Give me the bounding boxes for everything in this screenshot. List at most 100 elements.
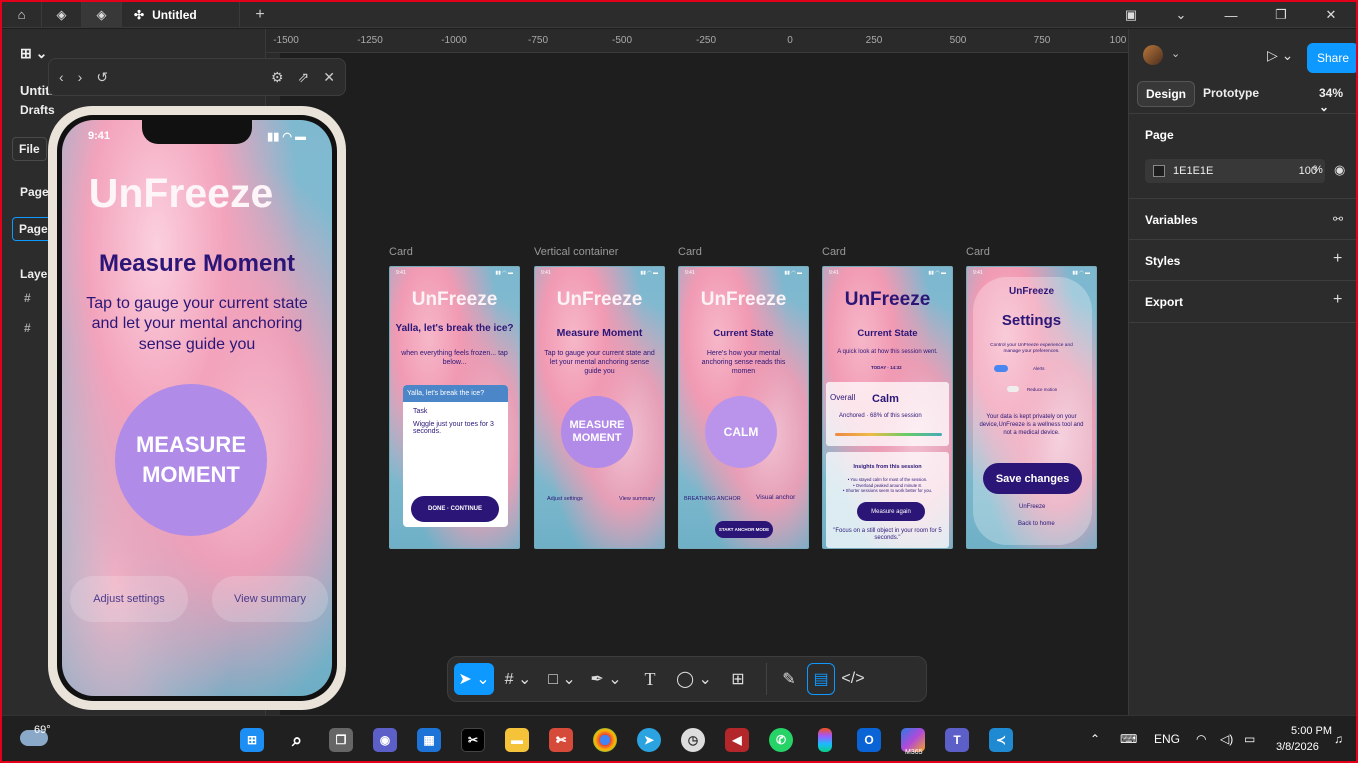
- drafts-label[interactable]: Drafts: [20, 103, 55, 117]
- view-summary-button[interactable]: View summary: [619, 496, 655, 502]
- task-view-icon[interactable]: ❐: [329, 728, 353, 752]
- zoom-level[interactable]: 34% ⌄: [1319, 86, 1356, 114]
- back-icon[interactable]: ‹: [59, 69, 64, 85]
- share-button[interactable]: Share: [1307, 43, 1356, 73]
- chrome-icon[interactable]: [593, 728, 617, 752]
- tab-design[interactable]: Design: [1137, 81, 1196, 107]
- snipping-tool-icon[interactable]: ✄: [549, 728, 573, 752]
- done-continue-button[interactable]: DONE · CONTINUE: [411, 496, 499, 522]
- store-icon[interactable]: ▦: [417, 728, 441, 752]
- export-section[interactable]: Export: [1129, 295, 1356, 309]
- minimize-icon[interactable]: —: [1206, 2, 1256, 28]
- text-tool-icon[interactable]: T: [630, 663, 670, 695]
- wifi-icon[interactable]: ◠: [1196, 732, 1206, 746]
- audio-app-icon[interactable]: ◀: [725, 728, 749, 752]
- frame-measure-moment[interactable]: 9:41 ▮▮ ◠ ▬ UnFreeze Measure Moment Tap t…: [534, 266, 665, 549]
- adjust-settings-button[interactable]: Adjust settings: [547, 496, 583, 502]
- keyboard-icon[interactable]: ⌨: [1120, 732, 1137, 746]
- tab-prototype[interactable]: Prototype: [1203, 86, 1259, 100]
- reduce-motion-toggle[interactable]: [1007, 386, 1019, 392]
- frame-layer-icon[interactable]: #: [24, 321, 31, 335]
- variables-icon[interactable]: ⚯: [1333, 212, 1343, 226]
- frame-layer-icon[interactable]: #: [24, 291, 31, 305]
- dev-mode-icon[interactable]: </>: [839, 663, 867, 695]
- frame-label[interactable]: Card: [966, 246, 990, 258]
- frame-card-icebreaker[interactable]: 9:41 ▮▮ ◠ ▬ UnFreeze Yalla, let's break t…: [389, 266, 520, 549]
- settings-icon[interactable]: ⚙: [271, 69, 284, 86]
- restart-icon[interactable]: ↺: [96, 69, 108, 86]
- outlook-icon[interactable]: O: [857, 728, 881, 752]
- add-style-icon[interactable]: +: [1333, 250, 1342, 268]
- teams-icon[interactable]: T: [945, 728, 969, 752]
- frame-label[interactable]: Card: [389, 246, 413, 258]
- vscode-icon[interactable]: ≺: [989, 728, 1013, 752]
- file-explorer-icon[interactable]: ▬: [505, 728, 529, 752]
- figma-menu-icon[interactable]: ⊞ ⌄: [20, 45, 47, 62]
- frame-label[interactable]: Card: [678, 246, 702, 258]
- restore-icon[interactable]: ❐: [1256, 2, 1306, 28]
- comment-tool-icon[interactable]: ◯ ⌄: [674, 663, 714, 695]
- move-tool-icon[interactable]: ➤ ⌄: [454, 663, 494, 695]
- close-window-icon[interactable]: ✕: [1306, 2, 1356, 28]
- frame-label[interactable]: Card: [822, 246, 846, 258]
- windows-start-icon[interactable]: ⊞: [240, 728, 264, 752]
- teams-meet-icon[interactable]: ◉: [373, 728, 397, 752]
- clock-date[interactable]: 3/8/2026: [1276, 741, 1319, 753]
- whatsapp-icon[interactable]: ✆: [769, 728, 793, 752]
- frame-label[interactable]: Vertical container: [534, 246, 618, 258]
- chevron-down-icon[interactable]: ⌄: [1156, 2, 1206, 28]
- color-swatch[interactable]: [1153, 165, 1165, 177]
- figma-community-icon[interactable]: ◈: [42, 2, 82, 28]
- unfreeze-link[interactable]: UnFreeze: [1019, 504, 1045, 510]
- figma-draft-icon[interactable]: ◈: [82, 2, 122, 28]
- notification-bell-icon[interactable]: ♫: [1334, 732, 1343, 746]
- canvas[interactable]: -1500 -1250 -1000 -750 -500 -250 0 250 5…: [266, 29, 1128, 715]
- frame-tool-icon[interactable]: # ⌄: [498, 663, 538, 695]
- telegram-icon[interactable]: ➤: [637, 728, 661, 752]
- start-anchor-mode-button[interactable]: START ANCHOR MODE: [715, 521, 773, 538]
- add-export-icon[interactable]: +: [1333, 291, 1342, 309]
- eye-icon[interactable]: ◉: [1334, 162, 1345, 178]
- adjust-settings-button[interactable]: Adjust settings: [70, 576, 188, 622]
- actions-icon[interactable]: ⊞: [718, 663, 758, 695]
- calm-circle[interactable]: CALM: [705, 396, 777, 468]
- language-indicator[interactable]: ENG: [1154, 732, 1180, 746]
- frame-session-summary[interactable]: 9:41 ▮▮ ◠ ▬ UnFreeze Current State A quic…: [822, 266, 953, 549]
- file-button[interactable]: File: [12, 137, 47, 161]
- breathing-anchor-button[interactable]: BREATHING ANCHOR: [684, 496, 741, 502]
- chevron-down-icon[interactable]: ⌄: [1171, 47, 1180, 60]
- battery-icon[interactable]: ▭: [1244, 732, 1255, 746]
- save-changes-button[interactable]: Save changes: [983, 463, 1082, 494]
- styles-section[interactable]: Styles: [1129, 254, 1356, 268]
- search-icon[interactable]: ⌕: [285, 728, 309, 752]
- weather-temp[interactable]: 69°: [34, 724, 51, 736]
- page-color-field[interactable]: 1E1E1E 100: [1145, 159, 1325, 183]
- shape-tool-icon[interactable]: □ ⌄: [542, 663, 582, 695]
- frame-current-state[interactable]: 9:41 ▮▮ ◠ ▬ UnFreeze Current State Here's…: [678, 266, 809, 549]
- file-tab[interactable]: ✣ Untitled: [122, 2, 240, 28]
- view-summary-button[interactable]: View summary: [212, 576, 328, 622]
- back-to-home-link[interactable]: Back to home: [1018, 521, 1055, 527]
- measure-moment-circle[interactable]: MEASURE MOMENT: [561, 396, 633, 468]
- home-icon[interactable]: ⌂: [2, 2, 42, 28]
- clock-app-icon[interactable]: ◷: [681, 728, 705, 752]
- pen-tool-icon[interactable]: ✒ ⌄: [586, 663, 626, 695]
- alerts-toggle[interactable]: [994, 365, 1008, 372]
- close-icon[interactable]: ✕: [323, 69, 335, 86]
- clock-time[interactable]: 5:00 PM: [1282, 725, 1332, 737]
- new-tab-button[interactable]: +: [240, 6, 280, 24]
- figma-taskbar-icon[interactable]: [818, 728, 832, 752]
- forward-icon[interactable]: ›: [78, 69, 83, 85]
- present-icon[interactable]: ▷ ⌄: [1267, 47, 1293, 64]
- volume-icon[interactable]: ◁): [1220, 732, 1233, 746]
- book-icon[interactable]: ▣: [1106, 2, 1156, 28]
- open-external-icon[interactable]: ⇗: [298, 69, 310, 86]
- capcut-icon[interactable]: ✂: [461, 728, 485, 752]
- measure-again-button[interactable]: Measure again: [857, 502, 925, 521]
- frame-settings[interactable]: 9:41 ▮▮ ◠ ▬ UnFreeze Settings Control you…: [966, 266, 1097, 549]
- visual-anchor-button[interactable]: Visual anchor: [756, 494, 795, 501]
- avatar[interactable]: [1143, 45, 1163, 65]
- draw-mode-icon[interactable]: ✎: [775, 663, 803, 695]
- variables-section[interactable]: Variables: [1129, 213, 1356, 227]
- phone-screen[interactable]: 9:41 ▮▮ ◠ ▬ UnFreeze Measure Moment Tap …: [62, 120, 332, 696]
